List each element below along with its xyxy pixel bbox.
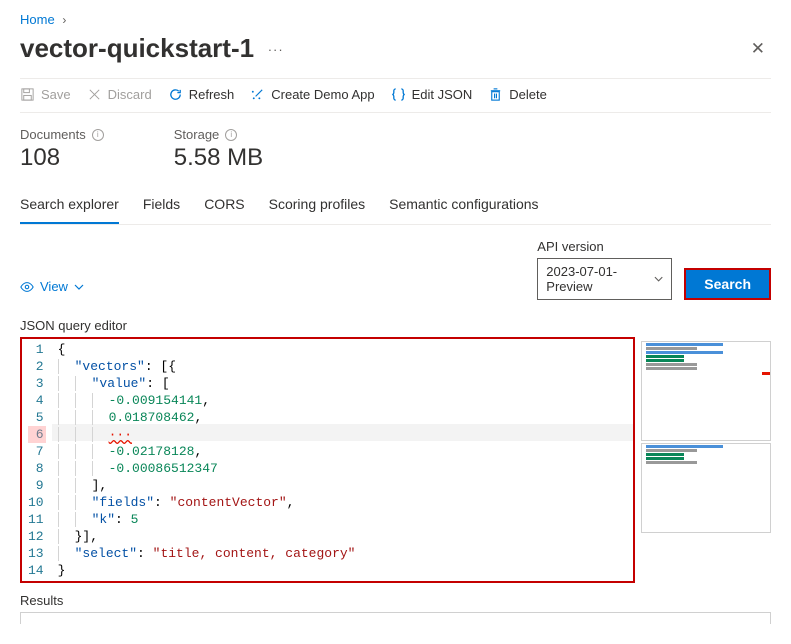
- save-icon: [20, 87, 35, 102]
- tab-fields[interactable]: Fields: [143, 188, 180, 224]
- documents-stat: Documentsi 108: [20, 127, 104, 172]
- delete-icon: [488, 87, 503, 102]
- breadcrumb-home[interactable]: Home: [20, 12, 55, 27]
- collapsed-dots[interactable]: ···: [109, 427, 132, 442]
- discard-button[interactable]: Discard: [87, 87, 152, 102]
- search-button[interactable]: Search: [684, 268, 771, 300]
- delete-button[interactable]: Delete: [488, 87, 547, 102]
- tab-cors[interactable]: CORS: [204, 188, 244, 224]
- command-bar: Save Discard Refresh Create Demo App Edi…: [20, 78, 771, 113]
- discard-icon: [87, 87, 102, 102]
- chevron-down-icon: [74, 282, 84, 292]
- eye-icon: [20, 280, 34, 294]
- minimap[interactable]: [641, 337, 771, 583]
- chevron-down-icon: [654, 274, 663, 284]
- tab-semantic[interactable]: Semantic configurations: [389, 188, 538, 224]
- minimap-block: [641, 341, 771, 441]
- json-editor-label: JSON query editor: [20, 318, 771, 333]
- info-icon[interactable]: i: [92, 129, 104, 141]
- results-label: Results: [20, 593, 771, 608]
- page-title: vector-quickstart-1: [20, 33, 254, 63]
- tab-search-explorer[interactable]: Search explorer: [20, 188, 119, 224]
- view-dropdown[interactable]: View: [20, 273, 84, 300]
- chevron-right-icon: ›: [62, 13, 66, 27]
- breadcrumb: Home ›: [20, 8, 771, 33]
- close-icon[interactable]: ✕: [745, 35, 771, 63]
- line-gutter: 1234567891011121314: [22, 339, 52, 581]
- json-editor[interactable]: 1234567891011121314 { "vectors": [{ "val…: [20, 337, 635, 583]
- api-version-label: API version: [537, 239, 672, 254]
- stats-row: Documentsi 108 Storagei 5.58 MB: [20, 113, 771, 182]
- minimap-block: [641, 443, 771, 533]
- tab-scoring[interactable]: Scoring profiles: [269, 188, 366, 224]
- api-version-select[interactable]: 2023-07-01-Preview: [537, 258, 672, 300]
- code-content[interactable]: { "vectors": [{ "value": [ -0.009154141,…: [52, 339, 633, 581]
- create-demo-button[interactable]: Create Demo App: [250, 87, 374, 102]
- documents-value: 108: [20, 144, 104, 172]
- edit-json-button[interactable]: Edit JSON: [391, 87, 473, 102]
- save-button[interactable]: Save: [20, 87, 71, 102]
- refresh-icon: [168, 87, 183, 102]
- more-icon[interactable]: ···: [268, 42, 284, 57]
- braces-icon: [391, 87, 406, 102]
- refresh-button[interactable]: Refresh: [168, 87, 235, 102]
- storage-value: 5.58 MB: [174, 144, 263, 172]
- info-icon[interactable]: i: [225, 129, 237, 141]
- tab-bar: Search explorer Fields CORS Scoring prof…: [20, 188, 771, 225]
- storage-stat: Storagei 5.58 MB: [174, 127, 263, 172]
- wand-icon: [250, 87, 265, 102]
- fold-marker[interactable]: [28, 426, 46, 443]
- results-panel: [20, 612, 771, 624]
